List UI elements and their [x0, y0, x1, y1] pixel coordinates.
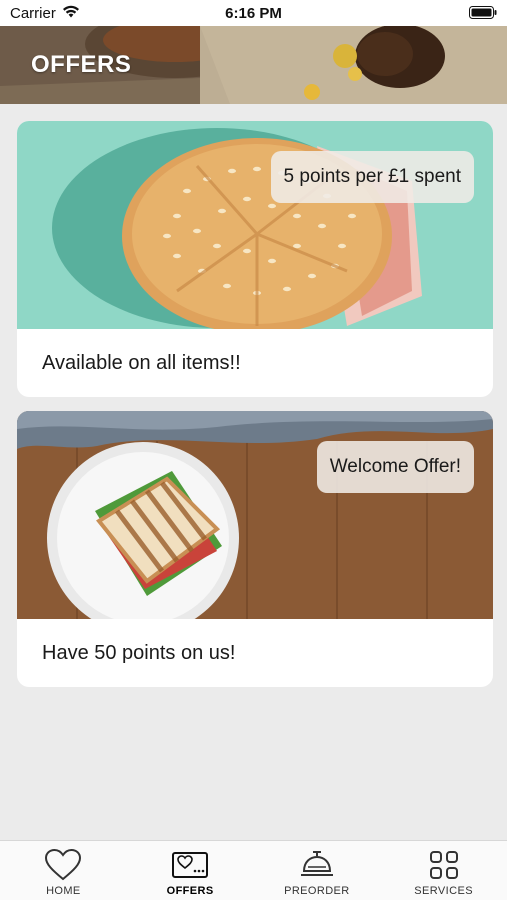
tab-label: HOME [46, 885, 81, 897]
tab-offers[interactable]: OFFERS [127, 841, 254, 900]
tab-services[interactable]: SERVICES [380, 841, 507, 900]
battery-icon [469, 6, 497, 23]
status-bar: Carrier 6:16 PM [0, 0, 507, 26]
tab-preorder[interactable]: PREORDER [254, 841, 381, 900]
offer-badge: 5 points per £1 spent [270, 151, 474, 203]
offer-image: Welcome Offer! [17, 411, 493, 619]
page-title: OFFERS [31, 51, 132, 78]
offer-card[interactable]: Welcome Offer! Have 50 points on us! [17, 411, 493, 687]
tab-label: SERVICES [414, 885, 473, 897]
status-time: 6:16 PM [225, 5, 282, 22]
offers-tag-icon [171, 847, 209, 883]
bottom-tab-bar: HOME OFFERS PREORDER SERVICES [0, 840, 507, 900]
tab-label: PREORDER [284, 885, 350, 897]
heart-icon [44, 847, 82, 883]
offer-image: 5 points per £1 spent [17, 121, 493, 329]
offer-caption: Available on all items!! [42, 351, 241, 374]
grid-icon [428, 847, 460, 883]
offer-card[interactable]: 5 points per £1 spent Available on all i… [17, 121, 493, 397]
offer-badge: Welcome Offer! [316, 441, 474, 493]
service-bell-icon [300, 847, 334, 883]
tab-home[interactable]: HOME [0, 841, 127, 900]
offer-caption: Have 50 points on us! [42, 641, 236, 664]
offers-header-banner: OFFERS [0, 26, 507, 104]
tab-label: OFFERS [166, 885, 214, 897]
